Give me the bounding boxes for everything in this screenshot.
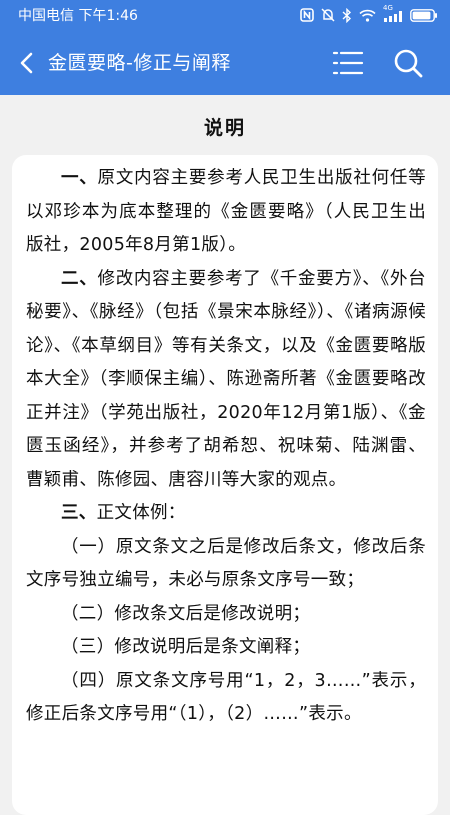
- paragraph-text: 正文体例：: [96, 503, 186, 523]
- paragraph-3: 三、正文体例：: [26, 497, 426, 531]
- paragraph-4: （一）原文条文之后是修改后条文，修改后条文序号独立编号，未必与原条文序号一致；: [26, 531, 426, 598]
- mute-icon: [321, 8, 335, 22]
- status-bar: 中国电信 下午1:46 4G: [0, 0, 450, 30]
- app-title: 金匮要略-修正与阐释: [48, 52, 231, 74]
- paragraph-2: 二、修改内容主要参考了《千金要方》、《外台秘要》、《脉经》（包括《景宋本脉经》）…: [26, 263, 426, 498]
- bluetooth-icon: [342, 7, 352, 23]
- signal-icon: 4G: [383, 4, 403, 22]
- paragraph-text: （四）原文条文序号用“1，2，3……”表示，修正后条文序号用“（1），（2）………: [26, 670, 426, 725]
- content-card: 一、原文内容主要参考人民卫生出版社何任等以邓珍本为底本整理的《金匮要略》（人民卫…: [12, 155, 438, 815]
- carrier-time-text: 中国电信 下午1:46: [18, 8, 138, 24]
- paragraph-5: （二）修改条文后是修改说明；: [26, 598, 426, 632]
- section-number: 一、: [61, 168, 98, 188]
- section-number: 二、: [61, 268, 98, 289]
- paragraph-text: （一）原文条文之后是修改后条文，修改后条文序号独立编号，未必与原条文序号一致；: [26, 536, 426, 591]
- paragraph-1: 一、原文内容主要参考人民卫生出版社何任等以邓珍本为底本整理的《金匮要略》（人民卫…: [26, 162, 426, 263]
- chevron-left-icon[interactable]: [14, 49, 42, 77]
- nfc-icon: [300, 8, 314, 22]
- menu-lines-icon[interactable]: [332, 49, 364, 77]
- wifi-icon: [359, 9, 376, 22]
- app-bar: 金匮要略-修正与阐释: [0, 30, 450, 95]
- section-number: 三、: [61, 503, 97, 523]
- battery-icon: [410, 8, 437, 22]
- page-title: 说明: [203, 117, 246, 139]
- paragraph-text: （三）修改说明后是条文阐释；: [61, 637, 311, 657]
- paragraph-6: （三）修改说明后是条文阐释；: [26, 631, 426, 665]
- paragraph-text: （二）修改条文后是修改说明；: [61, 603, 311, 624]
- search-icon[interactable]: [392, 47, 424, 79]
- paragraph-7: （四）原文条文序号用“1，2，3……”表示，修正后条文序号用“（1），（2）………: [26, 665, 426, 732]
- status-icons: 4G: [300, 4, 438, 23]
- paragraph-text: 修改内容主要参考了《千金要方》、《外台秘要》、《脉经》（包括《景宋本脉经》）、《…: [26, 268, 426, 490]
